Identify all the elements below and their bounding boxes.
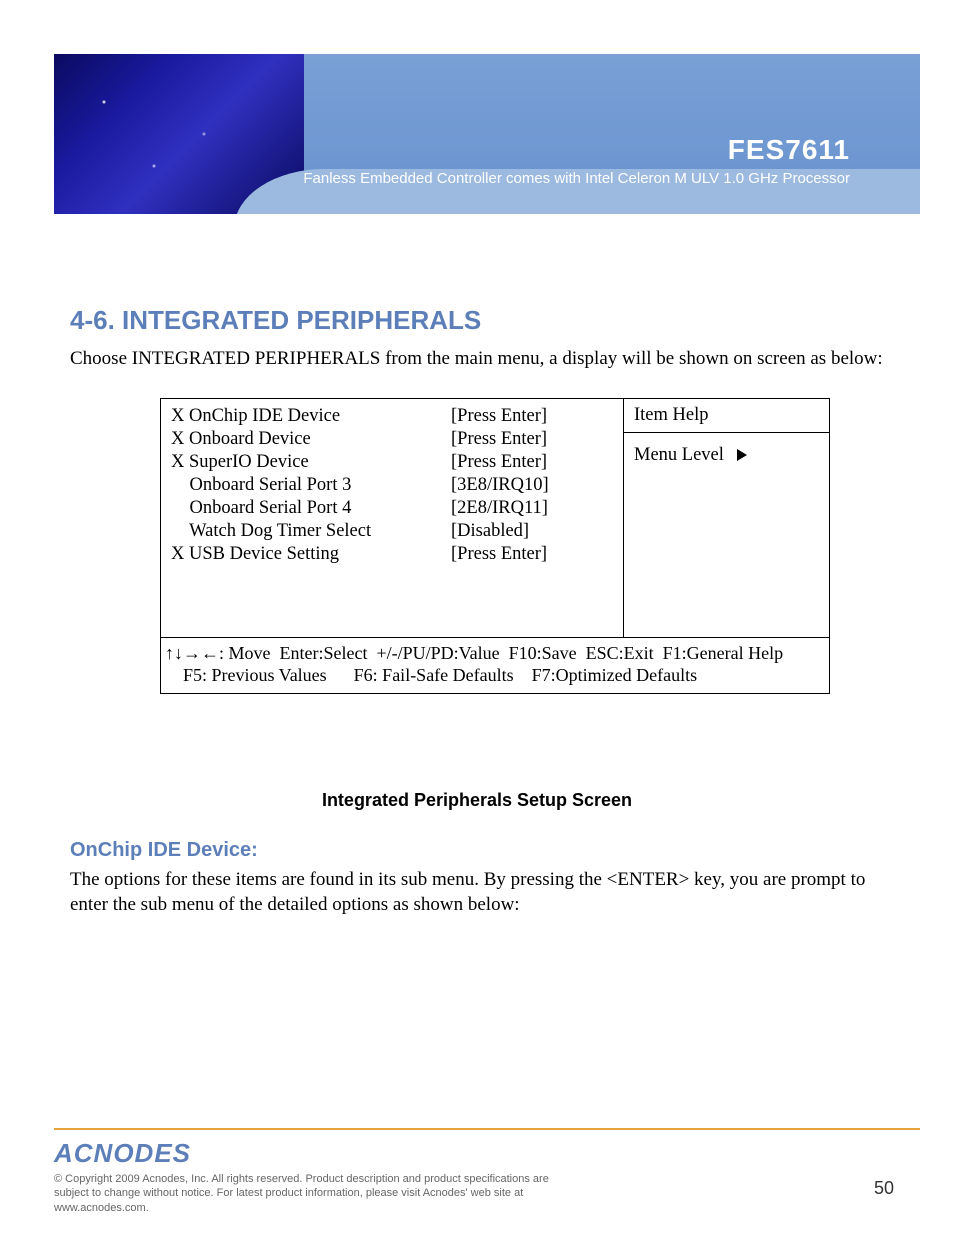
bios-row[interactable]: Onboard Serial Port 4 [2E8/IRQ11] (171, 497, 613, 520)
bios-row-label: Watch Dog Timer Select (171, 520, 451, 543)
bios-caption: Integrated Peripherals Setup Screen (70, 790, 884, 811)
bios-row[interactable]: Onboard Serial Port 3 [3E8/IRQ10] (171, 474, 613, 497)
after-box-content: Integrated Peripherals Setup Screen OnCh… (70, 790, 884, 917)
bios-row-value: [Press Enter] (451, 543, 613, 566)
page-number: 50 (874, 1178, 894, 1199)
item-title: OnChip IDE Device: (70, 839, 884, 862)
bios-row-value: [Disabled] (451, 520, 613, 543)
bios-hint-line2: F5: Previous Values F6: Fail-Safe Defaul… (165, 664, 825, 687)
brand-logo: ACNODES (54, 1138, 191, 1169)
bios-row[interactable]: X Onboard Device [Press Enter] (171, 428, 613, 451)
bios-row-label: Onboard Serial Port 3 (171, 474, 451, 497)
bios-key-hints: ↑↓→←: Move Enter:Select +/-/PU/PD:Value … (161, 637, 829, 693)
header-banner: FES7611 Fanless Embedded Controller come… (54, 54, 920, 214)
section-body: Choose INTEGRATED PERIPHERALS from the m… (70, 346, 884, 372)
bios-row[interactable]: X USB Device Setting [Press Enter] (171, 543, 613, 566)
section-title: 4-6. INTEGRATED PERIPHERALS (70, 305, 884, 336)
triangle-right-icon (737, 449, 747, 461)
bios-setup-box: X OnChip IDE Device [Press Enter] X Onbo… (160, 398, 830, 694)
bios-row[interactable]: X SuperIO Device [Press Enter] (171, 451, 613, 474)
bios-row-label: X SuperIO Device (171, 451, 451, 474)
bios-row-value: [Press Enter] (451, 428, 613, 451)
main-content: 4-6. INTEGRATED PERIPHERALS Choose INTEG… (70, 305, 884, 694)
bios-top: X OnChip IDE Device [Press Enter] X Onbo… (161, 399, 829, 637)
bios-right-panel: Item Help Menu Level (624, 399, 829, 637)
product-desc: Fanless Embedded Controller comes with I… (303, 170, 850, 187)
bios-left-panel: X OnChip IDE Device [Press Enter] X Onbo… (161, 399, 624, 637)
bios-row-label: X Onboard Device (171, 428, 451, 451)
footer-rule (54, 1128, 920, 1130)
bios-row[interactable]: X OnChip IDE Device [Press Enter] (171, 405, 613, 428)
product-block: FES7611 Fanless Embedded Controller come… (303, 134, 850, 187)
bios-row-value: [3E8/IRQ10] (451, 474, 613, 497)
bios-item-help: Item Help (624, 399, 829, 433)
item-body: The options for these items are found in… (70, 868, 884, 917)
bios-menu-level: Menu Level (624, 433, 829, 637)
bios-row-value: [Press Enter] (451, 405, 613, 428)
bios-row-label: Onboard Serial Port 4 (171, 497, 451, 520)
bios-row[interactable]: Watch Dog Timer Select [Disabled] (171, 520, 613, 543)
product-name: FES7611 (303, 134, 850, 166)
bios-row-value: [Press Enter] (451, 451, 613, 474)
bios-row-value: [2E8/IRQ11] (451, 497, 613, 520)
bios-menu-level-label: Menu Level (634, 445, 724, 465)
bios-row-label: X USB Device Setting (171, 543, 451, 566)
bios-row-label: X OnChip IDE Device (171, 405, 451, 428)
bios-hint-line1: ↑↓→←: Move Enter:Select +/-/PU/PD:Value … (165, 642, 825, 665)
copyright-text: © Copyright 2009 Acnodes, Inc. All right… (54, 1172, 574, 1215)
